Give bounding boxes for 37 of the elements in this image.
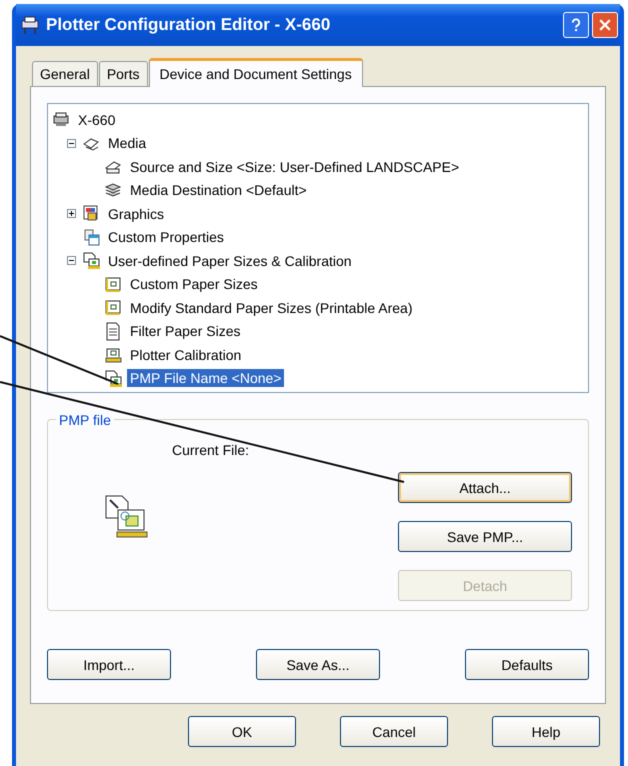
help-button[interactable] [563, 12, 589, 38]
tree-item[interactable]: Custom Paper Sizes [127, 275, 261, 294]
dialog-button[interactable]: Cancel [340, 716, 448, 747]
tree-item[interactable]: Graphics [105, 204, 168, 223]
close-icon [597, 17, 613, 33]
tree-item[interactable]: Source and Size <Size: User-Defined LANDSCAPE> [127, 158, 462, 176]
pmp-button[interactable]: Save PMP... [398, 521, 572, 552]
dialog-button[interactable]: Import... [47, 649, 171, 680]
close-button[interactable] [592, 12, 618, 38]
collapse-toggle[interactable] [66, 256, 76, 266]
tab[interactable]: Ports [98, 61, 148, 86]
plotter-icon [20, 15, 40, 35]
tree-item[interactable]: Media Destination <Default> [127, 181, 310, 200]
pmp-button[interactable]: Attach... [398, 472, 572, 503]
window-title: Plotter Configuration Editor - X-660 [46, 15, 332, 35]
tab[interactable]: Device and Document Settings [148, 58, 363, 87]
tree-item[interactable]: Media [105, 134, 150, 152]
dialog-button[interactable]: Help [492, 716, 600, 747]
pmp-file-icon [104, 494, 150, 540]
tree-item[interactable]: Modify Standard Paper Sizes (Printable Area) [127, 298, 416, 317]
dialog-button[interactable]: Defaults [465, 649, 589, 680]
dialog-button[interactable]: Save As... [256, 649, 380, 680]
tree-item[interactable]: Custom Properties [105, 228, 227, 246]
tree-item[interactable]: X-660 [75, 110, 118, 129]
properties-icon [82, 228, 101, 247]
tree-item[interactable]: Filter Paper Sizes [127, 322, 244, 340]
dialog-button[interactable]: OK [188, 716, 296, 747]
tab[interactable]: General [32, 61, 98, 86]
paper-icon [104, 274, 123, 294]
tree-item[interactable]: User-defined Paper Sizes & Calibration [105, 252, 355, 270]
current-file-label: Current File: [172, 442, 250, 458]
collapse-toggle[interactable] [66, 138, 76, 148]
expand-toggle[interactable] [66, 209, 76, 218]
group-title: PMP file [56, 412, 114, 428]
tree-item[interactable]: Plotter Calibration [127, 346, 244, 364]
paper-icon [104, 298, 123, 318]
tree-item[interactable]: PMP File Name <None> [127, 369, 284, 388]
